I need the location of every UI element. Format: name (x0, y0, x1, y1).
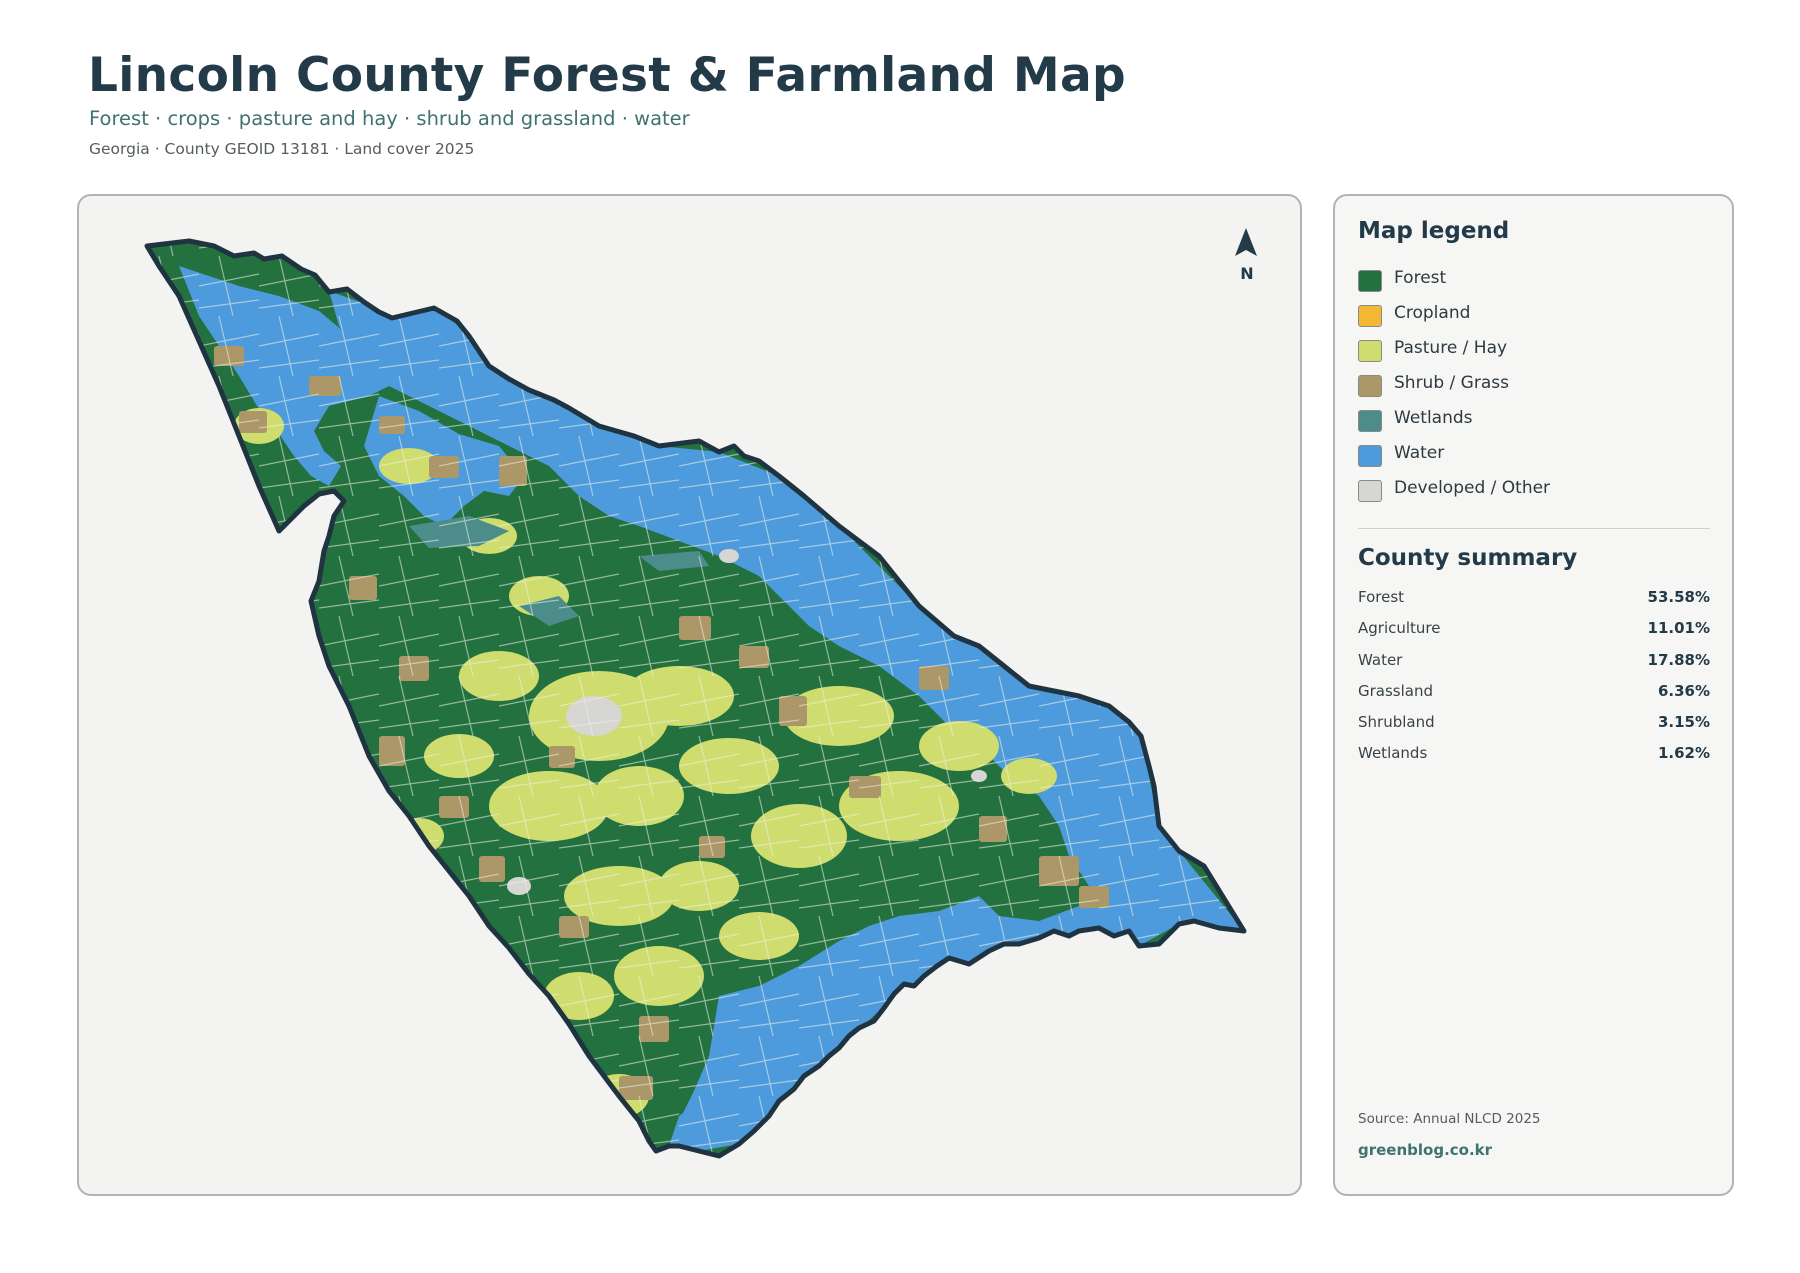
summary-row-shrubland: Shrubland 3.15% (1358, 713, 1710, 744)
legend-label: Forest (1394, 268, 1447, 288)
page-title: Lincoln County Forest & Farmland Map (88, 48, 1126, 103)
legend-item-cropland: Cropland (1358, 303, 1718, 338)
land-cover-layers (147, 241, 1244, 1156)
legend-panel: Map legend Forest Cropland Pasture / Hay… (1333, 194, 1734, 1196)
source-note: Source: Annual NLCD 2025 (1358, 1111, 1541, 1127)
summary-value: 6.36% (1657, 681, 1710, 700)
summary-row-agriculture: Agriculture 11.01% (1358, 619, 1710, 650)
legend-swatch (1358, 340, 1382, 362)
summary-row-wetlands: Wetlands 1.62% (1358, 744, 1710, 775)
legend-swatch (1358, 445, 1382, 467)
site-link[interactable]: greenblog.co.kr (1358, 1141, 1492, 1159)
page-subtitle: Forest · crops · pasture and hay · shrub… (89, 107, 690, 130)
summary-value: 3.15% (1657, 713, 1710, 732)
legend-item-forest: Forest (1358, 268, 1718, 303)
legend-list: Forest Cropland Pasture / Hay Shrub / Gr… (1358, 268, 1718, 513)
summary-row-water: Water 17.88% (1358, 651, 1710, 682)
summary-label: Shrubland (1358, 713, 1435, 732)
summary-list: Forest 53.58% Agriculture 11.01% Water 1… (1358, 588, 1710, 776)
legend-swatch (1358, 480, 1382, 502)
legend-label: Developed / Other (1394, 478, 1551, 498)
summary-row-grassland: Grassland 6.36% (1358, 682, 1710, 713)
map-panel[interactable]: N (77, 194, 1302, 1196)
summary-value: 11.01% (1647, 619, 1710, 638)
county-map[interactable] (79, 196, 1302, 1196)
legend-item-shrub-grass: Shrub / Grass (1358, 373, 1718, 408)
legend-item-wetlands: Wetlands (1358, 408, 1718, 443)
summary-value: 1.62% (1657, 744, 1710, 763)
legend-swatch (1358, 305, 1382, 327)
legend-label: Pasture / Hay (1394, 338, 1508, 358)
legend-label: Shrub / Grass (1394, 373, 1509, 393)
legend-title: Map legend (1358, 218, 1510, 244)
summary-label: Wetlands (1358, 744, 1428, 763)
legend-divider (1358, 528, 1710, 529)
legend-label: Cropland (1394, 303, 1471, 323)
summary-label: Grassland (1358, 681, 1433, 700)
summary-value: 53.58% (1647, 588, 1710, 606)
summary-title: County summary (1358, 545, 1578, 571)
summary-label: Water (1358, 650, 1403, 669)
legend-swatch (1358, 410, 1382, 432)
summary-label: Forest (1358, 588, 1405, 606)
legend-item-water: Water (1358, 443, 1718, 478)
legend-label: Wetlands (1394, 408, 1473, 428)
legend-swatch (1358, 270, 1382, 292)
legend-label: Water (1394, 443, 1445, 463)
legend-item-pasture-hay: Pasture / Hay (1358, 338, 1718, 373)
road-network (147, 241, 1244, 1156)
north-label: N (1240, 264, 1254, 283)
legend-item-developed-other: Developed / Other (1358, 478, 1718, 513)
summary-row-forest: Forest 53.58% (1358, 588, 1710, 619)
page-meta: Georgia · County GEOID 13181 · Land cove… (89, 140, 475, 158)
summary-label: Agriculture (1358, 619, 1441, 638)
summary-value: 17.88% (1647, 650, 1710, 669)
legend-swatch (1358, 375, 1382, 397)
